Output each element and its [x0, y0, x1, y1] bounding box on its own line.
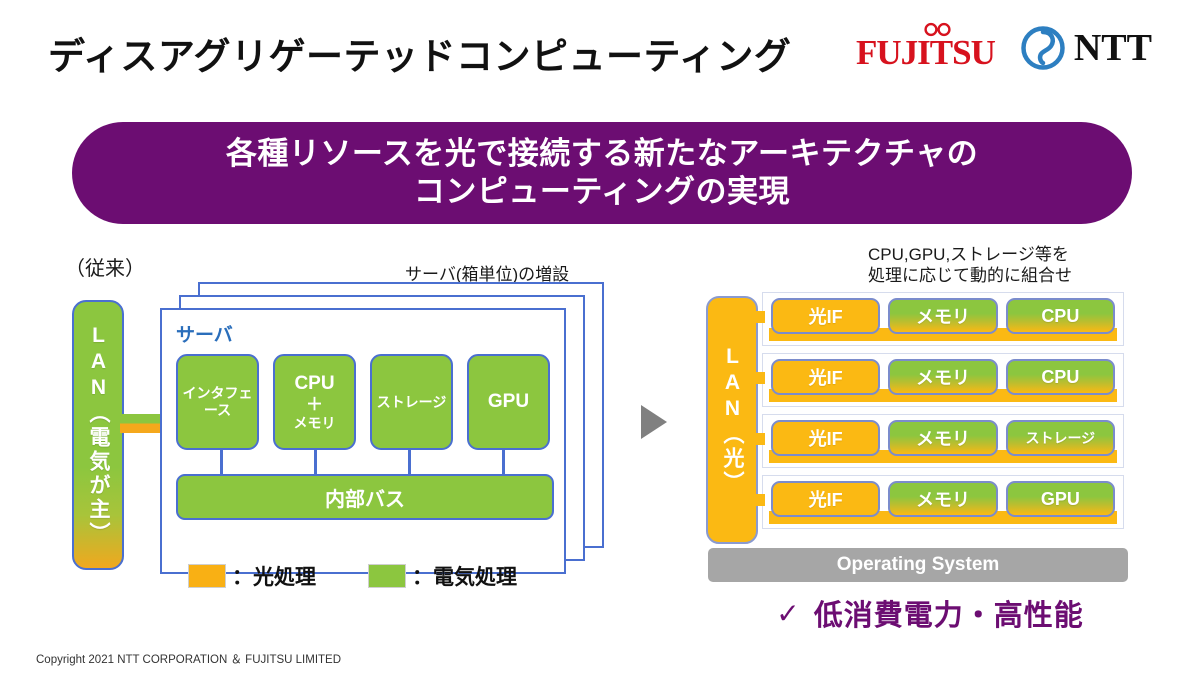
transition-arrow-icon — [641, 405, 667, 439]
banner-line-2: コンピューティングの実現 — [413, 174, 791, 209]
component-label: インタフェース — [182, 385, 253, 418]
ntt-wordmark: NTT — [1073, 27, 1152, 69]
legacy-label: （従来） — [65, 258, 145, 280]
benefit-label: 低消費電力・高性能 — [813, 600, 1084, 632]
bus-connector — [408, 450, 411, 476]
operating-system-bar: Operating System — [708, 548, 1128, 582]
legend-item-optical: ：光処理 — [188, 561, 316, 591]
logo-group: FUJITSU NTT — [855, 22, 1152, 72]
fujitsu-logo: FUJITSU — [855, 22, 996, 72]
module-optical-if: 光IF — [771, 481, 881, 517]
resource-slot-list: 光IF メモリ CPU 光IF メモリ CPU 光IF メモリ ストレージ 光I… — [751, 292, 1124, 536]
legend-label: ：電気処理 — [412, 566, 517, 589]
bus-connector — [220, 450, 223, 476]
page-title: ディスアグリゲーテッドコンピューティング — [48, 36, 792, 77]
server-label: サーバ — [176, 325, 233, 346]
resource-slot: 光IF メモリ GPU — [751, 475, 1124, 529]
optical-lan-bar: LAN（光） — [706, 296, 758, 544]
operating-system-label: Operating System — [836, 554, 1000, 575]
module-cpu: CPU — [1005, 359, 1115, 395]
component-storage: ストレージ — [370, 354, 453, 450]
module-memory: メモリ — [888, 481, 998, 517]
server-box: サーバ インタフェース CPU ＋ メモリ ストレージ GPU 内部バス — [160, 308, 566, 574]
server-stack: サーバ インタフェース CPU ＋ メモリ ストレージ GPU 内部バス — [160, 282, 604, 574]
slot-modules: 光IF メモリ CPU — [771, 359, 1115, 395]
legacy-architecture-panel: （従来） サーバ(箱単位)の増設 LAN（電気が主） サーバ インタフェース C… — [55, 236, 615, 596]
component-label: CPU — [294, 372, 335, 394]
headline-banner: 各種リソースを光で接続する新たなアーキテクチャの コンピューティングの実現 — [72, 122, 1132, 224]
banner-line-1: 各種リソースを光で接続する新たなアーキテクチャの — [225, 136, 979, 172]
legend-item-electrical: ：電気処理 — [368, 561, 517, 591]
fujitsu-wordmark: FUJITSU — [855, 33, 996, 72]
module-storage: ストレージ — [1005, 420, 1115, 456]
module-memory: メモリ — [888, 420, 998, 456]
comparison-diagram: （従来） サーバ(箱単位)の増設 LAN（電気が主） サーバ インタフェース C… — [0, 236, 1200, 636]
module-optical-if: 光IF — [771, 420, 881, 456]
dynamic-composition-line-2: 処理に応じて動的に組合せ — [868, 266, 1072, 286]
ntt-logo: NTT — [1021, 26, 1152, 70]
dynamic-composition-label: CPU,GPU,ストレージ等を 処理に応じて動的に組合せ — [868, 244, 1072, 287]
slot-modules: 光IF メモリ GPU — [771, 481, 1115, 517]
legacy-lan-label: LAN（電気が主） — [87, 324, 111, 546]
module-cpu: CPU — [1005, 298, 1115, 334]
legend-label: ：光処理 — [232, 566, 316, 589]
bus-connector — [314, 450, 317, 476]
module-memory: メモリ — [888, 359, 998, 395]
legacy-lan-bar: LAN（電気が主） — [72, 300, 124, 570]
bus-connector — [502, 450, 505, 476]
optical-swatch-icon — [188, 564, 226, 588]
component-label: GPU — [487, 390, 530, 412]
benefit-statement: ✓ 低消費電力・高性能 — [720, 592, 1140, 634]
slot-modules: 光IF メモリ CPU — [771, 298, 1115, 334]
slot-connector-icon — [751, 433, 765, 445]
component-label: ストレージ — [376, 393, 447, 410]
module-optical-if: 光IF — [771, 359, 881, 395]
internal-bus-label: 内部バス — [325, 488, 405, 511]
resource-slot: 光IF メモリ CPU — [751, 292, 1124, 346]
slot-connector-icon — [751, 494, 765, 506]
dynamic-composition-line-1: CPU,GPU,ストレージ等を — [868, 245, 1069, 264]
component-sublabel: メモリ — [293, 414, 336, 431]
server-components: インタフェース CPU ＋ メモリ ストレージ GPU — [176, 354, 550, 450]
slot-connector-icon — [751, 372, 765, 384]
legend: ：光処理 ：電気処理 — [188, 561, 517, 591]
module-gpu: GPU — [1005, 481, 1115, 517]
fujitsu-infinity-icon — [924, 22, 951, 37]
electrical-swatch-icon — [368, 564, 406, 588]
module-optical-if: 光IF — [771, 298, 881, 334]
resource-slot: 光IF メモリ CPU — [751, 353, 1124, 407]
bus-connector-group — [176, 450, 550, 476]
slot-modules: 光IF メモリ ストレージ — [771, 420, 1115, 456]
component-plus: ＋ — [306, 394, 323, 414]
internal-bus: 内部バス — [176, 474, 554, 520]
disaggregated-architecture-panel: CPU,GPU,ストレージ等を 処理に応じて動的に組合せ LAN（光） 光IF … — [690, 236, 1150, 636]
check-icon: ✓ — [776, 597, 800, 629]
component-cpu-memory: CPU ＋ メモリ — [273, 354, 356, 450]
slot-connector-icon — [751, 311, 765, 323]
resource-slot: 光IF メモリ ストレージ — [751, 414, 1124, 468]
component-gpu: GPU — [467, 354, 550, 450]
slide-header: ディスアグリゲーテッドコンピューティング FUJITSU NTT — [0, 0, 1200, 100]
optical-lan-label: LAN（光） — [721, 345, 745, 495]
ntt-dynamic-loop-icon — [1021, 26, 1065, 70]
module-memory: メモリ — [888, 298, 998, 334]
component-interface: インタフェース — [176, 354, 259, 450]
copyright-notice: Copyright 2021 NTT CORPORATION ＆ FUJITSU… — [36, 654, 342, 666]
